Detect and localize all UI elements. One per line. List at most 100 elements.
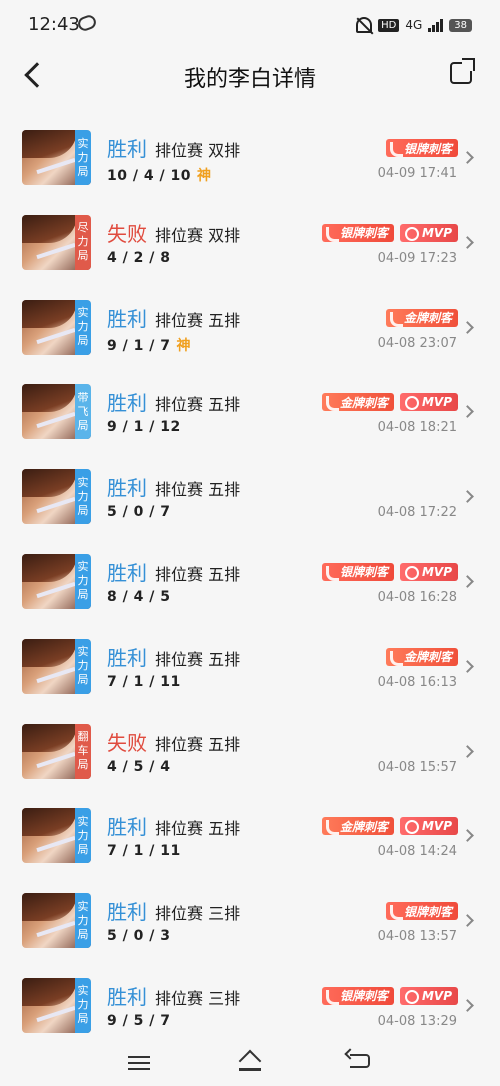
hero-avatar: 翻车局 [22, 723, 91, 779]
status-indicators: HD 4G 38 [356, 17, 472, 33]
signal-icon [428, 18, 444, 32]
match-time: 04-09 17:23 [377, 250, 457, 266]
match-mode: 排位赛 三排 [155, 904, 241, 924]
match-mode: 排位赛 五排 [155, 310, 241, 330]
match-list: 实力局胜利 排位赛 双排 10 / 4 / 10 神银牌刺客 04-09 17:41 尽力… [0, 117, 500, 1050]
match-type-badge: 翻车局 [75, 723, 91, 779]
menu-icon[interactable] [128, 1056, 150, 1070]
match-type-badge: 实力局 [75, 808, 91, 864]
chevron-right-icon [461, 659, 474, 673]
match-mode: 排位赛 五排 [155, 649, 241, 669]
honor-tags: 金牌刺客 [385, 647, 458, 666]
match-row[interactable]: 翻车局失败 排位赛 五排 4 / 5 / 4 04-08 15:57 [0, 711, 500, 796]
match-mode: 排位赛 五排 [155, 564, 241, 584]
chevron-right-icon [461, 829, 474, 843]
god-badge: 神 [176, 337, 191, 354]
hero-avatar: 实力局 [22, 299, 91, 355]
kda-value: 5 / 0 / 3 [107, 928, 171, 945]
match-mode: 排位赛 双排 [155, 141, 241, 160]
kda-value: 5 / 0 / 7 [107, 504, 171, 521]
assassin-rank-tag: 银牌刺客 [321, 986, 394, 1005]
match-time: 04-09 17:41 [377, 166, 457, 181]
hero-avatar: 实力局 [22, 977, 91, 1033]
kda-value: 9 / 1 / 12 [107, 419, 181, 436]
match-summary: 胜利 排位赛 五排 [107, 472, 240, 501]
match-result: 胜利 [107, 815, 147, 840]
match-mode: 排位赛 五排 [155, 395, 241, 415]
chevron-right-icon [461, 320, 474, 334]
chevron-right-icon [461, 575, 474, 588]
match-type-badge: 带飞局 [75, 384, 91, 440]
match-row[interactable]: 实力局胜利 排位赛 五排 5 / 0 / 7 04-08 17:22 [0, 456, 500, 541]
assassin-rank-tag: 金牌刺客 [321, 817, 394, 836]
honor-tags: 金牌刺客 MVP [321, 393, 458, 412]
hero-avatar: 实力局 [22, 469, 91, 525]
back-icon[interactable] [350, 1054, 370, 1068]
chevron-right-icon [461, 744, 474, 758]
assassin-rank-tag: 银牌刺客 [321, 223, 394, 242]
chevron-right-icon [461, 235, 474, 249]
match-result: 胜利 [107, 476, 147, 501]
match-summary: 胜利 排位赛 五排 [107, 642, 240, 671]
match-row[interactable]: 尽力局失败 排位赛 双排 4 / 2 / 8 银牌刺客 MVP 04-09 17:23 [0, 202, 500, 287]
mvp-tag: MVP [399, 562, 458, 581]
hero-avatar: 实力局 [22, 553, 91, 609]
match-mode: 排位赛 五排 [155, 480, 241, 500]
kda-stats: 10 / 4 / 10 神 [107, 165, 211, 185]
home-icon[interactable] [239, 1052, 261, 1072]
god-badge: 神 [196, 168, 212, 184]
match-type-badge: 实力局 [75, 638, 91, 694]
kda-value: 7 / 1 / 11 [107, 673, 181, 690]
kda-stats: 5 / 0 / 7 [107, 504, 170, 520]
mvp-tag: MVP [399, 986, 458, 1005]
honor-tags: 金牌刺客 [385, 308, 458, 327]
match-summary: 胜利 排位赛 五排 [107, 303, 240, 332]
assassin-rank-tag: 金牌刺客 [385, 647, 458, 666]
assassin-rank-tag: 银牌刺客 [321, 562, 394, 581]
share-icon[interactable] [450, 58, 475, 84]
match-summary: 胜利 排位赛 双排 [107, 133, 240, 162]
status-time: 12:43 [28, 14, 80, 35]
match-summary: 失败 排位赛 五排 [107, 727, 240, 756]
hero-avatar: 实力局 [22, 893, 91, 949]
match-row[interactable]: 实力局胜利 排位赛 五排 8 / 4 / 5 银牌刺客 MVP 04-08 16:28 [0, 541, 500, 626]
assassin-rank-tag: 银牌刺客 [385, 902, 458, 921]
match-row[interactable]: 实力局胜利 排位赛 五排 9 / 1 / 7 神 金牌刺客 04-08 23:07 [0, 287, 500, 372]
chevron-right-icon [461, 405, 474, 419]
battery-level: 38 [449, 18, 472, 32]
page-title: 我的李白详情 [183, 67, 316, 92]
match-summary: 胜利 排位赛 三排 [107, 981, 240, 1010]
match-mode: 排位赛 五排 [155, 734, 241, 754]
kda-stats: 9 / 1 / 7 神 [107, 335, 191, 355]
honor-tags: 银牌刺客 [385, 139, 458, 157]
match-result: 失败 [107, 221, 147, 246]
match-result: 胜利 [107, 560, 147, 585]
match-row[interactable]: 实力局胜利 排位赛 五排 7 / 1 / 11 金牌刺客 MVP 04-08 14:24 [0, 795, 500, 880]
kda-stats: 7 / 1 / 11 [107, 674, 181, 690]
match-row[interactable]: 实力局胜利 排位赛 三排 5 / 0 / 3 银牌刺客 04-08 13:57 [0, 880, 500, 965]
match-row[interactable]: 实力局胜利 排位赛 双排 10 / 4 / 10 神 银牌刺客 04-09 17:41 [0, 117, 500, 202]
kda-stats: 5 / 0 / 3 [107, 928, 170, 944]
match-summary: 胜利 排位赛 五排 [107, 811, 240, 840]
hd-badge: HD [378, 18, 400, 32]
match-row[interactable]: 实力局胜利 排位赛 五排 7 / 1 / 11 金牌刺客 04-08 16:13 [0, 626, 500, 711]
hero-avatar: 实力局 [22, 130, 91, 185]
match-time: 04-08 16:13 [377, 674, 457, 690]
kda-value: 8 / 4 / 5 [107, 588, 171, 605]
header: 我的李白详情 [0, 52, 500, 102]
match-type-badge: 实力局 [75, 130, 91, 185]
chevron-right-icon [461, 914, 474, 928]
match-mode: 排位赛 三排 [155, 988, 241, 1008]
assassin-rank-tag: 金牌刺客 [385, 308, 458, 327]
match-type-badge: 实力局 [75, 977, 91, 1033]
match-summary: 失败 排位赛 双排 [107, 218, 240, 247]
match-type-badge: 实力局 [75, 299, 91, 355]
match-time: 04-08 23:07 [377, 335, 457, 351]
match-type-badge: 实力局 [75, 553, 91, 609]
kda-value: 4 / 2 / 8 [107, 249, 171, 266]
kda-value: 9 / 5 / 7 [107, 1012, 171, 1029]
match-row[interactable]: 带飞局胜利 排位赛 五排 9 / 1 / 12 金牌刺客 MVP 04-08 18:21 [0, 371, 500, 456]
kda-stats: 4 / 2 / 8 [107, 250, 170, 266]
kda-stats: 7 / 1 / 11 [107, 843, 181, 859]
kda-value: 10 / 4 / 10 [107, 168, 191, 184]
